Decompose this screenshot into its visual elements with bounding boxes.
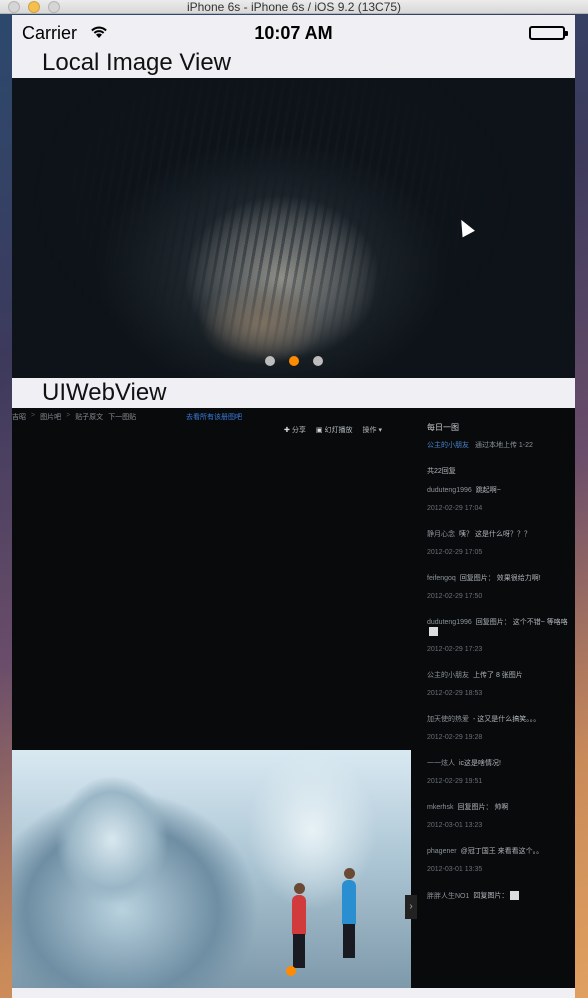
comment-text: @冠丁国王 来看看这个。。 (460, 848, 544, 856)
plus-icon: ✚ (284, 427, 290, 434)
comment-text: ic这是啥情况! (459, 760, 501, 768)
comment-sidebar: 每日一图 公主的小朋友 通过本地上传 1-22 共22回复 duduteng19… (427, 422, 575, 911)
simulator-title-bar: iPhone 6s - iPhone 6s / iOS 9.2 (13C75) (0, 0, 588, 14)
list-item: mkerhsk 回复图片： 帅啊 2012-03-01 13:23 (427, 803, 575, 829)
status-bar: Carrier 10:07 AM (12, 15, 575, 49)
web-toolbar: ✚ 分享 ▣ 幻灯播放 操作 ▾ (284, 425, 382, 435)
page-control[interactable] (12, 356, 575, 366)
list-item: 胖胖人生NO1 回复图片： (427, 891, 575, 901)
status-clock: 10:07 AM (254, 23, 333, 43)
runner-figure (343, 924, 355, 958)
page-dot-2[interactable] (288, 356, 299, 366)
window-title: iPhone 6s - iPhone 6s / iOS 9.2 (13C75) (186, 0, 402, 14)
comment-time: 2012-02-29 19:51 (427, 778, 483, 786)
breadcrumb-item[interactable]: 下一图贴 (108, 412, 136, 422)
runner-figure (342, 880, 356, 925)
next-image-button[interactable]: › (405, 895, 417, 919)
comment-author[interactable]: 一一炫人 (427, 760, 455, 767)
runner-figure (294, 883, 305, 894)
comment-time: 2012-02-29 17:04 (427, 505, 483, 512)
comment-author[interactable]: 加天使的热爱 (427, 716, 469, 723)
list-item: feifengoq 回复图片： 效果很给力啊! 2012-02-29 17:50 (427, 574, 575, 600)
comment-text: 上传了 8 张图片 (473, 672, 523, 680)
web-view[interactable]: 吉昭 > 图片吧 > 贴子原文 下一图贴 去看所有该册图吧 ✚ 分享 ▣ 幻灯播放 … (12, 408, 575, 988)
list-item: duduteng1996 回复图片： 这个不错~ 等咯咯 2012-02-29 1… (427, 618, 575, 653)
runner-figure (344, 868, 355, 879)
comment-time: 2012-02-29 18:53 (427, 690, 483, 698)
comment-author[interactable]: 静月心念 (427, 531, 455, 538)
uploader-link[interactable]: 公主的小朋友 (427, 442, 469, 449)
comment-text: 回复图片： 效果很给力啊! (459, 575, 541, 582)
breadcrumb-item[interactable]: 贴子原文 (75, 412, 103, 422)
comment-author[interactable]: 胖胖人生NO1 (427, 893, 469, 900)
page-indicator-dot[interactable] (286, 966, 296, 976)
comment-text: 跳起啊~ (475, 487, 501, 494)
comment-text: 回复图片： 帅啊 (457, 804, 509, 812)
comment-text: 咦？ 这是什么呀？？？ (459, 531, 531, 538)
breadcrumb-item[interactable]: 图片吧 (40, 412, 61, 422)
image-thumb-icon[interactable] (510, 891, 520, 901)
comment-author[interactable]: 公主的小朋友 (427, 672, 469, 679)
list-item: 公主的小朋友 上传了 8 张图片 2012-02-29 18:53 (427, 671, 575, 697)
reply-count: 共22回复 (427, 468, 456, 475)
comment-time: 2012-03-01 13:23 (427, 822, 483, 830)
breadcrumb-item[interactable]: 吉昭 (12, 412, 26, 422)
list-item: duduteng1996 跳起啊~ 2012-02-29 17:04 (427, 486, 575, 512)
close-window-button[interactable] (8, 1, 20, 13)
comment-text: 回复图片： (473, 892, 509, 900)
comment-author[interactable]: feifengoq (427, 575, 456, 582)
sidebar-title: 每日一图 (427, 423, 459, 432)
comment-time: 2012-02-29 17:23 (427, 646, 483, 654)
page-dot-1[interactable] (264, 356, 275, 366)
web-view-title: UIWebView (42, 379, 167, 406)
comment-text: 回复图片： 这个不错~ 等咯咯 (475, 619, 568, 626)
ops-menu-button[interactable]: 操作 ▾ (363, 425, 382, 435)
runner-figure (293, 934, 305, 968)
chevron-down-icon: ▾ (378, 427, 382, 434)
list-item: 加天使的热爱 - 这又是什么搞笑。。。 2012-02-29 19:28 (427, 715, 575, 741)
slideshow-icon: ▣ (315, 427, 323, 434)
breadcrumb: 吉昭 > 图片吧 > 贴子原文 下一图贴 (12, 412, 137, 422)
local-image-view[interactable] (12, 78, 575, 378)
comment-text: - 这又是什么搞笑。。。 (473, 716, 541, 724)
phone-screen: Carrier 10:07 AM Local Image View UIWebV… (12, 15, 575, 998)
image-thumb-icon[interactable] (429, 627, 438, 636)
list-item: 静月心念 咦？ 这是什么呀？？？ 2012-02-29 17:05 (427, 530, 575, 556)
share-button[interactable]: ✚ 分享 (284, 425, 306, 435)
local-image-view-title: Local Image View (42, 49, 231, 76)
web-photo[interactable] (12, 750, 411, 988)
battery-icon (529, 26, 568, 40)
list-item: 一一炫人 ic这是啥情况! 2012-02-29 19:51 (427, 759, 575, 785)
comment-time: 2012-02-29 17:50 (427, 593, 483, 600)
upload-info: 通过本地上传 1-22 (474, 442, 533, 449)
comment-author[interactable]: duduteng1996 (427, 619, 472, 626)
minimize-window-button[interactable] (28, 1, 40, 13)
comment-author[interactable]: duduteng1996 (427, 487, 472, 494)
slideshow-button[interactable]: ▣ 幻灯播放 (316, 425, 353, 435)
page-dot-3[interactable] (312, 356, 323, 366)
zoom-window-button[interactable] (48, 1, 60, 13)
comment-author[interactable]: phagener (427, 848, 457, 855)
comment-author[interactable]: mkerhsk (427, 804, 453, 811)
comment-time: 2012-03-01 13:35 (427, 866, 483, 874)
sidebar-meta: 公主的小朋友 通过本地上传 1-22 (427, 440, 575, 450)
list-item: phagener @冠丁国王 来看看这个。。 2012-03-01 13:35 (427, 847, 575, 873)
runner-figure (292, 895, 306, 935)
comment-time: 2012-02-29 19:28 (427, 734, 483, 742)
image-texture (12, 78, 575, 378)
chevron-right-icon: › (409, 901, 413, 912)
comment-time: 2012-02-29 17:05 (427, 549, 483, 556)
album-link[interactable]: 去看所有该册图吧 (186, 412, 242, 422)
